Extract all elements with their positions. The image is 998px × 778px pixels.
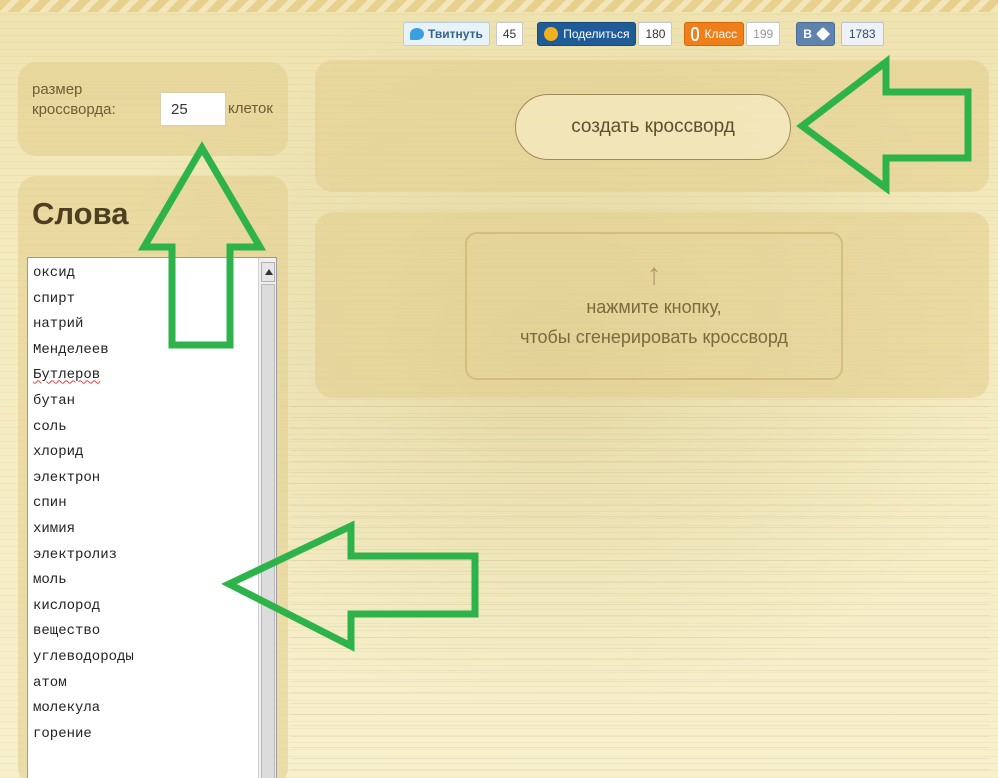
share-button[interactable]: Поделиться [537,22,637,46]
twitter-bird-icon [410,28,424,40]
share-count: 180 [638,22,673,46]
word-item: электрон [33,469,101,486]
annotation-arrow-up-icon [137,141,267,349]
create-crossword-button[interactable]: создать кроссворд [515,94,791,160]
crossword-placeholder: ↑ нажмите кнопку, чтобы сгенерировать кр… [465,232,843,380]
social-bar: Твитнуть 45 Поделиться 180 Класс 199 В 1… [403,20,884,48]
odnoklassniki-icon [691,27,700,41]
crossword-output-panel: ↑ нажмите кнопку, чтобы сгенерировать кр… [315,212,989,398]
word-item: молекула [33,700,101,717]
word-item: бутан [33,392,76,409]
annotation-arrow-left-words-icon [221,520,479,652]
hint-line-2: чтобы сгенерировать кроссворд [520,327,788,347]
heart-icon [815,26,830,42]
tweet-label: Твитнуть [428,27,483,41]
vk-like-button[interactable]: В [796,22,835,46]
hint-line-1: нажмите кнопку, [586,297,722,317]
word-item: атом [33,674,67,691]
word-item: спин [33,495,67,512]
ok-count: 199 [746,22,781,46]
word-item: соль [33,418,67,435]
words-title: Слова [32,196,129,231]
word-item: горение [33,725,92,742]
crossword-size-panel: размер кроссворда: клеток [18,62,288,156]
word-item: хлорид [33,444,84,461]
share-label: Поделиться [563,27,630,41]
size-label: размер кроссворда: [32,81,116,118]
size-unit: клеток [228,100,273,117]
ok-class-label: Класс [704,27,738,41]
word-item: Бутлеров [33,367,101,384]
tweet-button[interactable]: Твитнуть [403,22,490,46]
annotation-arrow-left-button-icon [796,54,972,195]
top-stripe [0,0,998,12]
size-input[interactable] [160,92,226,126]
ok-class-button[interactable]: Класс [684,22,745,46]
arrow-up-icon: ↑ [646,258,662,291]
vk-count: 1783 [840,22,884,46]
share-icon [544,27,559,41]
tweet-count: 45 [495,22,524,46]
vk-label: В [803,27,812,41]
